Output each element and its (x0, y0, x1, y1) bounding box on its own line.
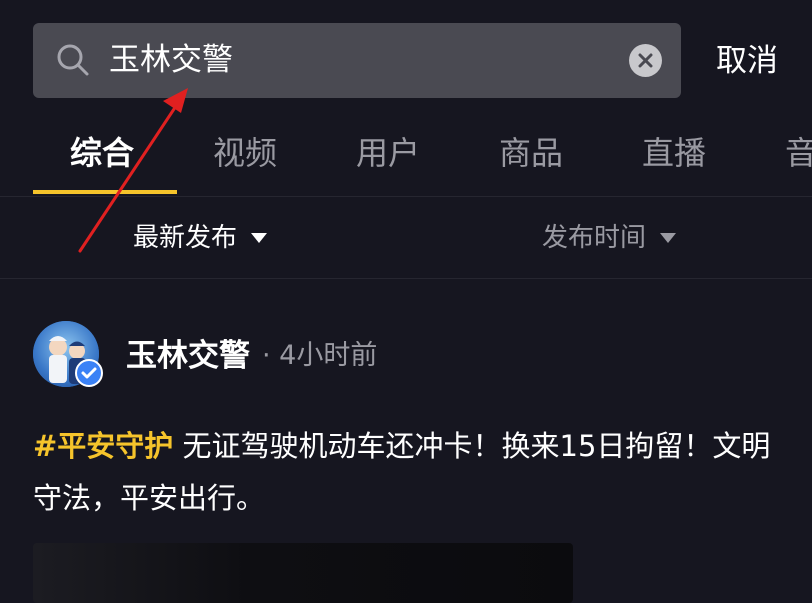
tab-products[interactable]: 商品 (499, 130, 563, 176)
tab-video[interactable]: 视频 (213, 130, 277, 176)
sort-filter-label: 最新发布 (133, 223, 238, 253)
tab-live[interactable]: 直播 (642, 130, 706, 176)
clear-search-button[interactable] (629, 44, 662, 77)
verified-check-icon (75, 359, 103, 387)
cancel-button[interactable]: 取消 (716, 39, 778, 83)
filters-divider (0, 278, 812, 279)
search-box[interactable]: 玉林交警 (33, 23, 681, 98)
tabs-divider (0, 196, 812, 197)
search-icon (55, 42, 91, 78)
post-time: · 4小时前 (262, 340, 378, 371)
tab-music[interactable]: 音 (785, 130, 812, 176)
time-filter[interactable]: 发布时间 (542, 220, 677, 256)
close-icon (638, 53, 653, 68)
time-filter-label: 发布时间 (542, 223, 647, 253)
tab-users[interactable]: 用户 (356, 130, 420, 176)
post-text: #平安守护 无证驾驶机动车还冲卡！换来15日拘留！文明守法，平安出行。 (33, 420, 793, 524)
sort-filter[interactable]: 最新发布 (133, 220, 268, 256)
caret-down-icon (251, 233, 268, 243)
search-input[interactable]: 玉林交警 (109, 23, 233, 98)
post-username[interactable]: 玉林交警 (126, 334, 250, 378)
tab-comprehensive[interactable]: 综合 (70, 130, 134, 176)
video-thumbnail[interactable] (33, 543, 573, 603)
avatar[interactable] (33, 321, 103, 387)
caret-down-icon (660, 233, 677, 243)
active-tab-indicator (33, 190, 177, 194)
post-hashtag[interactable]: #平安守护 (33, 429, 173, 463)
